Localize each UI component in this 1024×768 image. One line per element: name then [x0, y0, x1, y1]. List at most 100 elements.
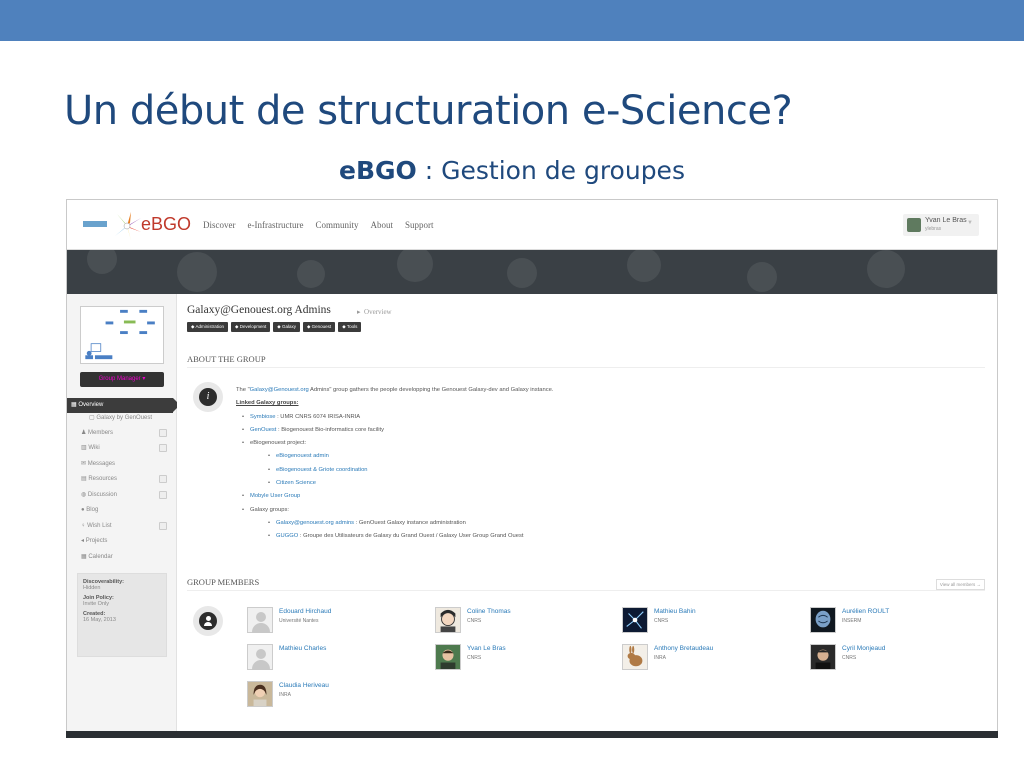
member-card[interactable]: Mathieu Bahin CNRS	[622, 607, 802, 637]
info-icon: i	[193, 382, 223, 412]
intro-post: Admins" group gathers the people develop…	[308, 387, 554, 393]
member-card[interactable]: Yvan Le Bras CNRS	[435, 644, 615, 674]
logo-text[interactable]: eBGO	[141, 214, 191, 235]
group-main: Galaxy@Genouest.org Admins ▸ Overview ◆ …	[177, 294, 997, 736]
intro-pre: The "	[236, 387, 250, 393]
list-item: Symbiose : UMR CNRS 6074 IRISA-INRIA	[236, 411, 976, 425]
member-card[interactable]: Aurélien ROULT INSERM	[810, 607, 990, 637]
tag-genouest[interactable]: ◆ Genouest	[302, 322, 336, 332]
sidebar-item-blog[interactable]: ● Blog	[67, 503, 173, 518]
member-card[interactable]: Cyril Monjeaud CNRS	[810, 644, 990, 674]
tag-development[interactable]: ◆ Development	[230, 322, 271, 332]
member-name[interactable]: Aurélien ROULT	[842, 608, 889, 615]
member-name[interactable]: Mathieu Bahin	[654, 608, 696, 615]
header-banner	[67, 250, 997, 294]
member-affiliation: CNRS	[467, 618, 482, 624]
user-menu[interactable]: Yvan Le Bras ylebras ▼	[903, 214, 979, 236]
tag-galaxy[interactable]: ◆ Galaxy	[273, 322, 300, 332]
sidebar-item-members[interactable]: ♟ Members	[67, 426, 173, 441]
group-diagram-thumbnail[interactable]	[80, 306, 164, 364]
intro-link[interactable]: Galaxy@Genouest.org	[250, 387, 309, 393]
breadcrumb: ▸ Overview	[357, 308, 392, 316]
galaxy-groups-label: Galaxy groups:	[250, 506, 289, 513]
sidebar-item-projects[interactable]: ◂ Projects	[67, 534, 173, 549]
list-item: GenOuest : Biogenouest Bio-informatics c…	[236, 424, 976, 438]
member-affiliation: INRA	[279, 692, 291, 698]
ebio-admin-link[interactable]: eBiogenouest admin	[276, 453, 329, 459]
member-name[interactable]: Claudia Heriveau	[279, 682, 329, 689]
breadcrumb-current: Overview	[364, 308, 392, 316]
sidebar-item-calendar[interactable]: ▦ Calendar	[67, 550, 173, 565]
member-card[interactable]: Claudia Heriveau INRA	[247, 681, 427, 711]
linked-groups-list: Symbiose : UMR CNRS 6074 IRISA-INRIA Gen…	[236, 411, 976, 544]
list-item: Citizen Science	[250, 477, 976, 491]
sidebar-item-label: Members	[88, 430, 114, 436]
sidebar-item-label: Discussion	[87, 492, 117, 498]
group-info-box: Discoverability: Hidden Join Policy: Inv…	[77, 573, 167, 657]
galaxy-admins-text: : GenOuest Galaxy instance administratio…	[354, 519, 466, 526]
sidebar-item-discussion[interactable]: ◍ Discussion	[67, 488, 173, 503]
tag-label: Development	[239, 324, 267, 329]
list-item: Galaxy@genouest.org admins : GenOuest Ga…	[250, 517, 976, 531]
ebio-griote-link[interactable]: eBiogenouest & Griote coordination	[276, 467, 368, 473]
banner-bubble	[867, 250, 905, 288]
sidebar-item-wish-list[interactable]: ♀ Wish List	[67, 519, 173, 534]
tag-administration[interactable]: ◆ Administration	[187, 322, 228, 332]
nav-link-support[interactable]: Support	[405, 220, 434, 230]
sidebar-item-messages[interactable]: ✉ Messages	[67, 457, 173, 472]
mobyle-link[interactable]: Mobyle User Group	[250, 493, 300, 499]
banner-bubble	[297, 260, 325, 288]
banner-bubble	[397, 250, 433, 282]
citizen-science-link[interactable]: Citizen Science	[276, 480, 316, 486]
member-card[interactable]: Anthony Bretaudeau INRA	[622, 644, 802, 674]
member-avatar	[435, 607, 461, 633]
slide-top-bar	[0, 0, 1024, 41]
nav-link-e-infrastructure[interactable]: e-Infrastructure	[248, 220, 304, 230]
nav-link-community[interactable]: Community	[315, 220, 358, 230]
discoverability-value: Hidden	[83, 585, 101, 591]
sidebar-item-wiki[interactable]: ▥ Wiki	[67, 441, 173, 456]
linked-groups-heading: Linked Galaxy groups:	[236, 400, 299, 407]
slide-title: Un début de structuration e-Science?	[64, 88, 793, 134]
screenshot-bottom-bar	[66, 731, 998, 738]
symbiose-link[interactable]: Symbiose	[250, 414, 275, 420]
top-navbar: eBGO Discover e-Infrastructure Community…	[67, 200, 997, 250]
join-policy-value: Invite Only	[83, 601, 109, 607]
member-card[interactable]: Coline Thomas CNRS	[435, 607, 615, 637]
genouest-text: : Biogenouest Bio-informatics core facil…	[276, 426, 385, 433]
view-all-members-button[interactable]: View all members →	[935, 579, 985, 590]
slide-subtitle: eBGO : Gestion de groupes	[0, 156, 1024, 185]
ebgo-screenshot: eBGO Discover e-Infrastructure Community…	[66, 199, 998, 737]
sidebar-item-label: Projects	[85, 538, 108, 544]
member-avatar	[622, 644, 648, 670]
about-content: The "Galaxy@Genouest.org Admins" group g…	[236, 384, 976, 544]
galaxy-admins-link[interactable]: Galaxy@genouest.org admins	[276, 520, 354, 526]
guggo-link[interactable]: GUGGO	[276, 533, 298, 539]
sidebar-item-resources[interactable]: ▤ Resources	[67, 472, 173, 487]
member-name[interactable]: Mathieu Charles	[279, 645, 326, 652]
sidebar-item-label: Messages	[87, 461, 116, 467]
member-name[interactable]: Yvan Le Bras	[467, 645, 506, 652]
member-name[interactable]: Anthony Bretaudeau	[654, 645, 713, 652]
member-avatar	[810, 607, 836, 633]
subtitle-bold: eBGO	[339, 156, 417, 185]
member-card[interactable]: Edouard Hirchaud Université Nantes	[247, 607, 427, 637]
member-card[interactable]: Mathieu Charles	[247, 644, 427, 674]
member-name[interactable]: Edouard Hirchaud	[279, 608, 331, 615]
count-badge	[159, 429, 167, 437]
member-name[interactable]: Coline Thomas	[467, 608, 511, 615]
count-badge	[159, 444, 167, 452]
sidebar-item-galaxy-genouest[interactable]: ▢ Galaxy by GenOuest	[67, 411, 173, 426]
tag-tools[interactable]: ◆ Tools	[338, 322, 362, 332]
member-affiliation: CNRS	[467, 655, 482, 661]
guggo-text: : Groupe des Utilisateurs de Galaxy du G…	[298, 533, 524, 540]
group-title: Galaxy@Genouest.org Admins	[187, 304, 331, 316]
nav-link-discover[interactable]: Discover	[203, 220, 236, 230]
member-name[interactable]: Cyril Monjeaud	[842, 645, 885, 652]
nav-link-about[interactable]: About	[370, 220, 393, 230]
group-manager-button[interactable]: Group Manager ▾	[80, 372, 164, 387]
member-affiliation: Université Nantes	[279, 618, 319, 624]
ebio-sublist: eBiogenouest admin eBiogenouest & Griote…	[250, 450, 976, 490]
genouest-link[interactable]: GenOuest	[250, 427, 276, 433]
member-avatar	[622, 607, 648, 633]
